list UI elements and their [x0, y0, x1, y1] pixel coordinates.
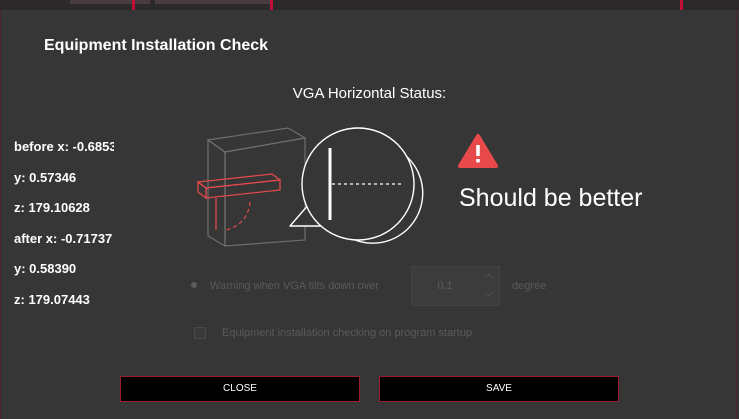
- startup-check-label: Equipment installation checking on progr…: [222, 327, 473, 339]
- unit-label: degree: [512, 280, 547, 292]
- spin-up-button[interactable]: [479, 267, 499, 286]
- top-bar-marker: [680, 0, 683, 10]
- save-button[interactable]: SAVE: [379, 376, 619, 402]
- vga-installation-illustration: [190, 118, 430, 258]
- top-bar-segment: [155, 0, 270, 4]
- before-y-value: y: 0.57346: [14, 169, 77, 185]
- spin-down-button[interactable]: [479, 286, 499, 305]
- coordinate-readout: before x: -0.68533 y: 0.57346 z: 179.106…: [14, 136, 114, 319]
- status-message: Should be better: [459, 184, 643, 212]
- after-x-value: after x: -0.71737: [14, 230, 113, 246]
- warning-triangle-icon: [457, 133, 499, 169]
- startup-check-checkbox[interactable]: [194, 327, 206, 339]
- warning-radio[interactable]: [191, 282, 197, 288]
- after-z-value: z: 179.07443: [14, 291, 90, 307]
- chevron-up-icon: [485, 273, 493, 278]
- window-top-bar: [0, 0, 739, 10]
- chevron-down-icon: [485, 292, 493, 297]
- top-bar-segment: [70, 0, 150, 4]
- threshold-spinbox[interactable]: 0.1: [411, 266, 500, 306]
- after-y-value: y: 0.58390: [14, 261, 77, 276]
- threshold-value[interactable]: 0.1: [412, 267, 478, 305]
- status-heading: VGA Horizontal Status:: [292, 85, 447, 102]
- dialog-title: Equipment Installation Check: [44, 37, 269, 54]
- before-x-value: before x: -0.68533: [14, 139, 114, 154]
- warning-threshold-label: Warning when VGA tilts down over: [210, 280, 379, 292]
- before-z-value: z: 179.10628: [14, 200, 90, 215]
- top-bar-marker: [270, 0, 273, 10]
- close-button[interactable]: CLOSE: [120, 376, 360, 402]
- top-bar-marker: [132, 0, 135, 10]
